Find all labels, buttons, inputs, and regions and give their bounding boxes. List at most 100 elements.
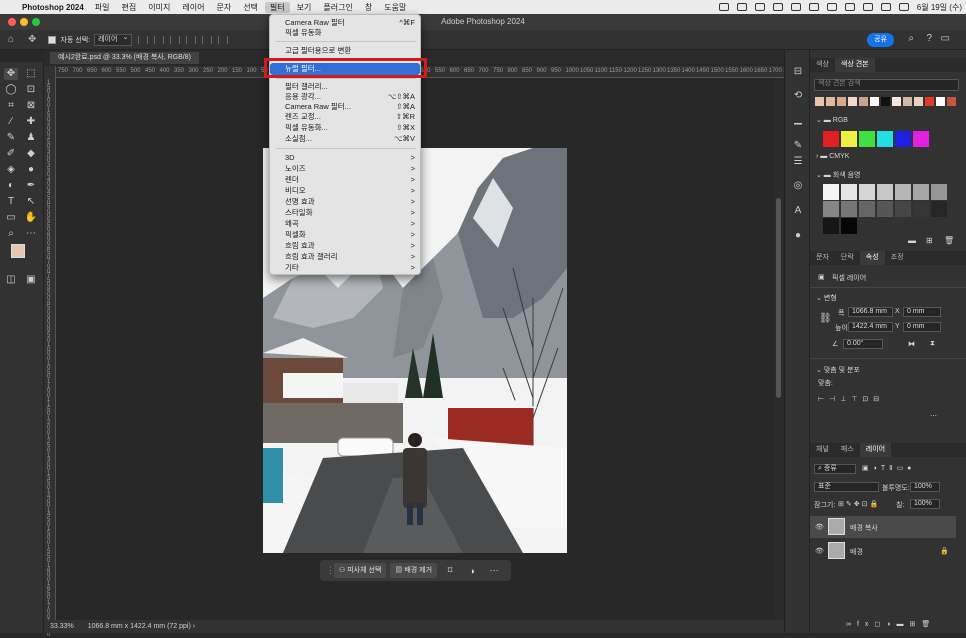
- menu-item-liquify-recent[interactable]: 픽셀 유동화: [285, 28, 415, 38]
- battery-icon[interactable]: [808, 3, 819, 11]
- menu-edit[interactable]: 편집: [122, 2, 137, 13]
- search-icon[interactable]: [862, 3, 873, 11]
- help-icon[interactable]: ?: [926, 33, 932, 44]
- menu-item-filter-gallery[interactable]: 필터 갤러리...: [285, 82, 415, 92]
- color-swatch[interactable]: [903, 97, 912, 106]
- workspace-icon[interactable]: ▭: [941, 33, 950, 44]
- close-window-icon[interactable]: [8, 18, 16, 26]
- eyedropper-tool-icon[interactable]: ∕: [4, 116, 18, 128]
- color-swatch[interactable]: [895, 201, 911, 217]
- home-icon[interactable]: ⌂: [8, 34, 14, 45]
- layer-filter-icons[interactable]: ▣◑TⅡ▭●: [862, 464, 915, 472]
- drag-handle-icon[interactable]: ⋮: [326, 565, 335, 576]
- path-select-icon[interactable]: ↖: [24, 196, 38, 208]
- tab-color[interactable]: 색상: [810, 58, 835, 72]
- vertical-scroll-thumb[interactable]: [776, 198, 781, 398]
- menu-item-render[interactable]: 렌더 >: [285, 175, 415, 185]
- menu-select[interactable]: 선택: [243, 2, 258, 13]
- marquee-tool-icon[interactable]: ⬚: [24, 68, 38, 80]
- tab-channels[interactable]: 채널: [810, 443, 835, 457]
- color-swatch[interactable]: [859, 97, 868, 106]
- swatch-group-cmyk[interactable]: › ▬ CMYK: [816, 153, 849, 160]
- color-swatch[interactable]: [881, 97, 890, 106]
- menubar-clock[interactable]: 6월 19일 (수): [917, 2, 962, 13]
- flip-horizontal-icon[interactable]: ⧓: [908, 340, 915, 348]
- visibility-eye-icon[interactable]: 👁: [815, 547, 824, 555]
- tab-adjustments[interactable]: 조정: [885, 251, 910, 265]
- object-select-icon[interactable]: ⊡: [24, 84, 38, 96]
- menu-item-video[interactable]: 비디오 >: [285, 186, 415, 196]
- blend-mode-dropdown[interactable]: 표준: [814, 482, 879, 492]
- quick-mask-icon[interactable]: ◫: [4, 274, 18, 286]
- play-icon[interactable]: [790, 3, 801, 11]
- color-swatch[interactable]: [848, 97, 857, 106]
- dodge-tool-icon[interactable]: ◐: [4, 180, 18, 192]
- menu-window[interactable]: 창: [365, 2, 372, 13]
- color-swatch[interactable]: [877, 131, 893, 147]
- align-center-icon[interactable]: [154, 35, 165, 44]
- search-icon[interactable]: ⌕: [908, 33, 914, 44]
- foreground-color-swatch[interactable]: [11, 244, 25, 258]
- record-icon[interactable]: [736, 3, 747, 11]
- move-tool-icon[interactable]: ✥: [28, 34, 36, 45]
- type-tool-icon[interactable]: T: [4, 196, 18, 208]
- color-swatch[interactable]: [815, 97, 824, 106]
- color-swatch[interactable]: [823, 201, 839, 217]
- paint-bucket-icon[interactable]: ◈: [4, 164, 18, 176]
- move-tool-icon[interactable]: ✥: [4, 68, 18, 80]
- wifi-icon[interactable]: [826, 3, 837, 11]
- color-swatch[interactable]: [859, 201, 875, 217]
- display-icon[interactable]: [772, 3, 783, 11]
- layer-filter-kind[interactable]: ⌕ 종류: [814, 464, 856, 474]
- color-swatch[interactable]: [913, 131, 929, 147]
- status-chevron-icon[interactable]: ›: [193, 623, 195, 630]
- crop-tool-icon[interactable]: ⌗: [4, 100, 18, 112]
- align-top-icon[interactable]: [186, 35, 197, 44]
- menu-item-convert-smart-filters[interactable]: 고급 필터용으로 변환: [285, 46, 415, 56]
- color-swatch[interactable]: [925, 97, 934, 106]
- menu-item-blur[interactable]: 흐림 효과 >: [285, 241, 415, 251]
- align-buttons[interactable]: ⊢⊣⊥⊤⊡⊟: [818, 395, 884, 403]
- color-swatch[interactable]: [877, 201, 893, 217]
- tab-properties[interactable]: 속성: [859, 251, 885, 265]
- color-swatch[interactable]: [837, 97, 846, 106]
- zoom-window-icon[interactable]: [32, 18, 40, 26]
- color-swatch[interactable]: [931, 201, 947, 217]
- color-swatch[interactable]: [947, 97, 956, 106]
- tab-swatches[interactable]: 색상 견본: [834, 58, 875, 72]
- new-group-icon[interactable]: ▬: [908, 236, 916, 245]
- color-swatch[interactable]: [913, 184, 929, 200]
- stamp-tool-icon[interactable]: ♟: [24, 132, 38, 144]
- actions-icon[interactable]: ◎: [792, 180, 804, 192]
- swatch-search-input[interactable]: 색상 견본 검색: [814, 79, 959, 91]
- height-input[interactable]: 1422.4 mm: [848, 322, 893, 332]
- align-right-icon[interactable]: [170, 35, 181, 44]
- x-input[interactable]: 0 mm: [903, 307, 941, 317]
- color-icon[interactable]: ●: [792, 230, 804, 242]
- menu-item-other[interactable]: 기타 >: [285, 263, 415, 273]
- rectangle-tool-icon[interactable]: ▭: [4, 212, 18, 224]
- minimize-window-icon[interactable]: [20, 18, 28, 26]
- align-middle-icon[interactable]: [202, 35, 213, 44]
- remove-background-button[interactable]: ▨ 배경 제거: [390, 563, 438, 578]
- tab-layers[interactable]: 레이어: [859, 443, 892, 457]
- select-subject-button[interactable]: ⚇ 피사체 선택: [334, 563, 387, 578]
- menu-item-noise[interactable]: 노이즈 >: [285, 164, 415, 174]
- color-swatch[interactable]: [823, 131, 839, 147]
- menu-item-vanishing-point[interactable]: 소실점... ⌥⌘V: [285, 134, 415, 144]
- brush-settings-icon[interactable]: ✎: [792, 140, 804, 152]
- zoom-level[interactable]: 33.33%: [50, 623, 74, 630]
- color-swatch[interactable]: [841, 131, 857, 147]
- color-swatch[interactable]: [895, 131, 911, 147]
- color-swatch[interactable]: [826, 97, 835, 106]
- swatch-group-grayscale[interactable]: ⌄ ▬ 회색 음영: [816, 170, 860, 180]
- input-source-icon[interactable]: [844, 3, 855, 11]
- adjustment-icon[interactable]: ◑: [463, 566, 481, 576]
- document-tab[interactable]: 예시2완료.psd @ 33.3% (배경 복사, RGB/8): [50, 52, 199, 64]
- control-center-icon[interactable]: [880, 3, 891, 11]
- layer-bottom-actions[interactable]: ∞fx◻◑▬⊞🗑: [846, 620, 936, 628]
- menu-type[interactable]: 문자: [216, 2, 231, 13]
- menu-file[interactable]: 파일: [95, 2, 110, 13]
- menu-item-3d[interactable]: 3D >: [285, 153, 415, 163]
- screen-mode-icon[interactable]: ▣: [24, 274, 38, 286]
